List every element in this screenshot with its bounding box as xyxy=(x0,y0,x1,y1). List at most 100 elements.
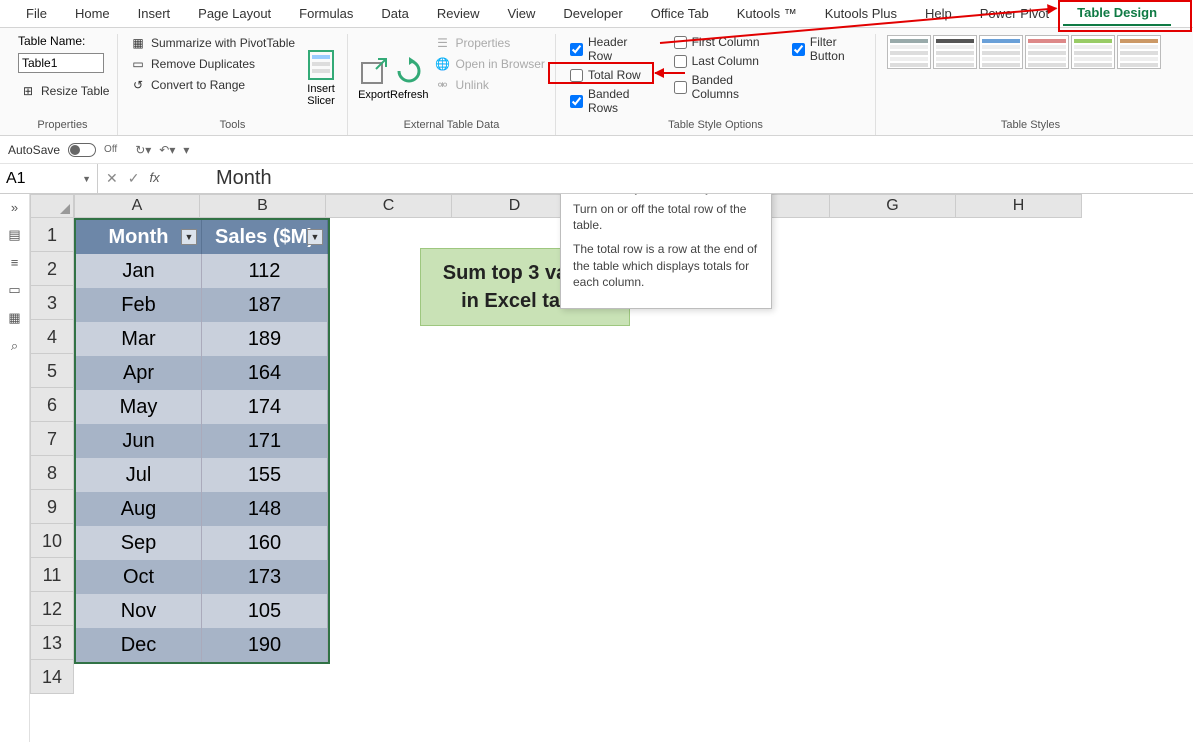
col-header-B[interactable]: B xyxy=(200,194,326,218)
table-style-swatch[interactable] xyxy=(979,35,1023,69)
enter-formula-icon[interactable]: ✓ xyxy=(128,170,140,187)
table-cell[interactable]: 164 xyxy=(202,356,328,390)
table-cell[interactable]: Dec xyxy=(76,628,202,662)
cancel-formula-icon[interactable]: ✕ xyxy=(106,170,118,187)
tab-data[interactable]: Data xyxy=(367,2,422,25)
convert-range-button[interactable]: ↺Convert to Range xyxy=(128,76,297,94)
table-styles-gallery[interactable] xyxy=(886,34,1175,117)
tab-file[interactable]: File xyxy=(12,2,61,25)
table-cell[interactable]: Jan xyxy=(76,254,202,288)
row-header-3[interactable]: 3 xyxy=(30,286,74,320)
table-cell[interactable]: May xyxy=(76,390,202,424)
table-cell[interactable]: 148 xyxy=(202,492,328,526)
remove-duplicates-button[interactable]: ▭Remove Duplicates xyxy=(128,55,297,73)
tab-view[interactable]: View xyxy=(493,2,549,25)
table-style-swatch[interactable] xyxy=(1071,35,1115,69)
table-row[interactable]: Mar189 xyxy=(76,322,328,356)
book-icon[interactable]: ▭ xyxy=(8,282,20,298)
name-box[interactable]: A1 ▼ xyxy=(0,164,98,193)
row-header-2[interactable]: 2 xyxy=(30,252,74,286)
refresh-button[interactable]: Refresh xyxy=(390,34,429,117)
row-header-1[interactable]: 1 xyxy=(30,218,74,252)
table-cell[interactable]: 173 xyxy=(202,560,328,594)
resize-table-button[interactable]: ⊞ Resize Table xyxy=(18,82,111,100)
row-header-12[interactable]: 12 xyxy=(30,592,74,626)
table-row[interactable]: Jul155 xyxy=(76,458,328,492)
undo-icon[interactable]: ↶▾ xyxy=(159,143,175,157)
table-row[interactable]: Oct173 xyxy=(76,560,328,594)
table-row[interactable]: Jun171 xyxy=(76,424,328,458)
tab-review[interactable]: Review xyxy=(423,2,494,25)
banded-rows-checkbox[interactable]: Banded Rows xyxy=(566,86,652,116)
table-row[interactable]: Dec190 xyxy=(76,628,328,662)
row-header-13[interactable]: 13 xyxy=(30,626,74,660)
table-cell[interactable]: 190 xyxy=(202,628,328,662)
table-cell[interactable]: Jun xyxy=(76,424,202,458)
row-header-8[interactable]: 8 xyxy=(30,456,74,490)
data-table[interactable]: Month▼Sales ($M)▼Jan112Feb187Mar189Apr16… xyxy=(74,218,330,664)
tab-developer[interactable]: Developer xyxy=(549,2,636,25)
banded-columns-checkbox[interactable]: Banded Columns xyxy=(670,72,770,102)
name-box-dropdown-icon[interactable]: ▼ xyxy=(82,174,91,184)
table-style-swatch[interactable] xyxy=(1117,35,1161,69)
search-side-icon[interactable]: ⌕ xyxy=(11,338,18,354)
table-cell[interactable]: Jul xyxy=(76,458,202,492)
grid-icon[interactable]: ▦ xyxy=(8,310,20,326)
qat-more-icon[interactable]: ▾ xyxy=(183,143,189,157)
table-cell[interactable]: 155 xyxy=(202,458,328,492)
filter-dropdown-icon[interactable]: ▼ xyxy=(181,229,197,245)
table-row[interactable]: Apr164 xyxy=(76,356,328,390)
tab-formulas[interactable]: Formulas xyxy=(285,2,367,25)
tab-help[interactable]: Help xyxy=(911,2,966,25)
row-header-14[interactable]: 14 xyxy=(30,660,74,694)
table-style-swatch[interactable] xyxy=(933,35,977,69)
table-row[interactable]: Jan112 xyxy=(76,254,328,288)
redo-icon[interactable]: ↻▾ xyxy=(135,143,151,157)
table-row[interactable]: Feb187 xyxy=(76,288,328,322)
tab-page-layout[interactable]: Page Layout xyxy=(184,2,285,25)
table-cell[interactable]: Aug xyxy=(76,492,202,526)
table-cell[interactable]: Mar xyxy=(76,322,202,356)
filter-dropdown-icon[interactable]: ▼ xyxy=(307,229,323,245)
autosave-toggle[interactable] xyxy=(68,143,96,157)
table-cell[interactable]: 189 xyxy=(202,322,328,356)
table-cell[interactable]: Oct xyxy=(76,560,202,594)
fx-icon[interactable]: fx xyxy=(149,170,159,187)
row-header-5[interactable]: 5 xyxy=(30,354,74,388)
table-row[interactable]: Sep160 xyxy=(76,526,328,560)
col-header-C[interactable]: C xyxy=(326,194,452,218)
table-row[interactable]: Nov105 xyxy=(76,594,328,628)
table-cell[interactable]: Sep xyxy=(76,526,202,560)
col-header-A[interactable]: A xyxy=(74,194,200,218)
export-button[interactable]: Export xyxy=(358,34,390,117)
list-icon[interactable]: ≡ xyxy=(11,255,19,270)
table-style-swatch[interactable] xyxy=(1025,35,1069,69)
table-cell[interactable]: Apr xyxy=(76,356,202,390)
tab-home[interactable]: Home xyxy=(61,2,124,25)
table-row[interactable]: May174 xyxy=(76,390,328,424)
tab-table-design[interactable]: Table Design xyxy=(1063,1,1171,26)
table-name-input[interactable] xyxy=(18,53,104,73)
filter-button-checkbox[interactable]: Filter Button xyxy=(788,34,865,64)
header-row-checkbox[interactable]: Header Row xyxy=(566,34,652,64)
col-header-H[interactable]: H xyxy=(956,194,1082,218)
formula-content[interactable]: Month xyxy=(216,167,272,190)
summarize-pivot-button[interactable]: ▦Summarize with PivotTable xyxy=(128,34,297,52)
table-cell[interactable]: Nov xyxy=(76,594,202,628)
row-header-9[interactable]: 9 xyxy=(30,490,74,524)
row-header-7[interactable]: 7 xyxy=(30,422,74,456)
select-all-corner[interactable] xyxy=(30,194,74,218)
expand-icon[interactable]: » xyxy=(11,200,18,215)
row-header-11[interactable]: 11 xyxy=(30,558,74,592)
total-row-checkbox[interactable]: Total Row xyxy=(566,67,652,83)
table-cell[interactable]: Feb xyxy=(76,288,202,322)
table-row[interactable]: Aug148 xyxy=(76,492,328,526)
row-header-10[interactable]: 10 xyxy=(30,524,74,558)
table-header-cell[interactable]: Sales ($M)▼ xyxy=(202,220,328,254)
last-column-checkbox[interactable]: Last Column xyxy=(670,53,770,69)
table-cell[interactable]: 105 xyxy=(202,594,328,628)
table-header-cell[interactable]: Month▼ xyxy=(76,220,202,254)
table-cell[interactable]: 171 xyxy=(202,424,328,458)
table-cell[interactable]: 112 xyxy=(202,254,328,288)
tab-office-tab[interactable]: Office Tab xyxy=(637,2,723,25)
